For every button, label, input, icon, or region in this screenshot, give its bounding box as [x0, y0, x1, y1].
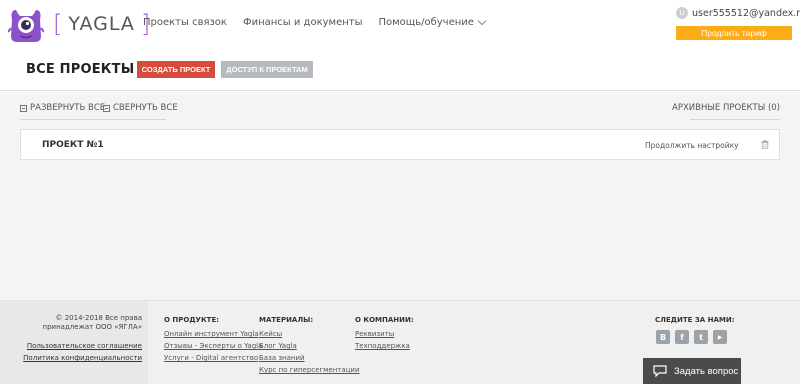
- footer-legal: © 2014-2018 Все права принадлежат ООО «Я…: [0, 301, 148, 384]
- nav-finance-label: Финансы и документы: [242, 17, 363, 28]
- create-project-button[interactable]: СОЗДАТЬ ПРОЕКТ: [137, 61, 215, 78]
- vk-icon[interactable]: B: [656, 330, 670, 344]
- nav-help[interactable]: Помощь/обучение: [378, 16, 487, 28]
- privacy-policy-link[interactable]: Политика конфиденциальности: [23, 354, 142, 362]
- project-name[interactable]: ПРОЕКТ №1: [42, 140, 104, 150]
- copyright: © 2014-2018 Все права принадлежат ООО «Я…: [2, 314, 142, 332]
- footer-link[interactable]: Реквизиты: [355, 328, 414, 340]
- footer-link[interactable]: База знаний: [259, 352, 360, 364]
- footer-link[interactable]: Услуги - Digital агентство: [164, 352, 262, 364]
- extend-tariff-button[interactable]: Продлить тариф: [676, 26, 792, 40]
- logo-bracket-left: [: [53, 10, 63, 38]
- ask-question-label: Задать вопрос: [674, 365, 739, 377]
- avatar: U: [676, 7, 688, 19]
- nav-projects[interactable]: Проекты связок: [143, 17, 227, 28]
- nav-finance[interactable]: Финансы и документы: [243, 17, 363, 28]
- projects-area: РАЗВЕРНУТЬ ВСЕ СВЕРНУТЬ ВСЕ АРХИВНЫЕ ПРО…: [0, 92, 800, 300]
- footer-link[interactable]: Курс по гиперсегментации: [259, 364, 360, 376]
- footer-link[interactable]: Техподдержка: [355, 340, 414, 352]
- yagla-monster-logo-icon[interactable]: [8, 6, 44, 44]
- title-bar: ВСЕ ПРОЕКТЫ СОЗДАТЬ ПРОЕКТ ДОСТУП К ПРОЕ…: [0, 48, 800, 91]
- page-title: ВСЕ ПРОЕКТЫ: [26, 62, 135, 77]
- project-row[interactable]: ПРОЕКТ №1 Продолжить настройку: [20, 129, 780, 160]
- social-icons: B f t ▶: [656, 330, 727, 344]
- project-access-button[interactable]: ДОСТУП К ПРОЕКТАМ: [221, 61, 313, 78]
- footer-link[interactable]: Онлайн инструмент Yagla: [164, 328, 262, 340]
- expand-icon: [20, 104, 27, 112]
- user-email: user555512@yandex.ru: [692, 7, 800, 19]
- nav-projects-label: Проекты связок: [143, 17, 227, 28]
- facebook-icon[interactable]: f: [675, 330, 689, 344]
- continue-setup-link[interactable]: Продолжить настройку: [645, 141, 739, 150]
- twitter-icon[interactable]: t: [694, 330, 708, 344]
- collapse-icon: [103, 104, 110, 112]
- footer-link[interactable]: Отзывы - Эксперты о Yagla: [164, 340, 262, 352]
- footer-link[interactable]: Блог Yagla: [259, 340, 360, 352]
- footer-materials-col: МАТЕРИАЛЫ: Кейсы Блог Yagla База знаний …: [259, 316, 360, 376]
- main-nav: Проекты связок Финансы и документы Помощ…: [143, 16, 501, 28]
- materials-heading: МАТЕРИАЛЫ:: [259, 316, 314, 324]
- footer-product-col: О ПРОДУКТЕ: Онлайн инструмент Yagla Отзы…: [164, 316, 262, 364]
- top-header: [ YAGLA ] Проекты связок Финансы и докум…: [0, 0, 800, 48]
- toggle-divider: [20, 119, 166, 120]
- logo-text: YAGLA: [68, 13, 135, 35]
- product-heading: О ПРОДУКТЕ:: [164, 316, 220, 324]
- company-heading: О КОМПАНИИ:: [355, 316, 414, 324]
- ask-question-button[interactable]: Задать вопрос: [643, 358, 741, 384]
- archive-divider: [690, 119, 780, 120]
- expand-all-label: РАЗВЕРНУТЬ ВСЕ: [30, 103, 106, 113]
- logo-wordmark[interactable]: [ YAGLA ]: [53, 10, 150, 38]
- collapse-all-button[interactable]: СВЕРНУТЬ ВСЕ: [103, 103, 178, 113]
- copyright-line-2: принадлежат ООО «ЯГЛА»: [42, 323, 142, 331]
- archive-projects-link[interactable]: АРХИВНЫЕ ПРОЕКТЫ (0): [672, 103, 780, 113]
- user-agreement-link[interactable]: Пользовательское соглашение: [27, 342, 142, 350]
- social-heading: СЛЕДИТЕ ЗА НАМИ:: [655, 316, 735, 324]
- collapse-all-label: СВЕРНУТЬ ВСЕ: [113, 103, 178, 113]
- chat-bubble-icon: [653, 365, 667, 377]
- copyright-line-1: © 2014-2018 Все права: [55, 314, 142, 322]
- footer-company-col: О КОМПАНИИ: Реквизиты Техподдержка: [355, 316, 414, 352]
- youtube-icon[interactable]: ▶: [713, 330, 727, 344]
- expand-all-button[interactable]: РАЗВЕРНУТЬ ВСЕ: [20, 103, 105, 113]
- nav-help-label: Помощь/обучение: [378, 17, 474, 28]
- chevron-down-icon: [477, 16, 487, 26]
- footer-link[interactable]: Кейсы: [259, 328, 360, 340]
- user-menu[interactable]: U user555512@yandex.ru: [676, 7, 800, 19]
- trash-icon[interactable]: [761, 140, 769, 149]
